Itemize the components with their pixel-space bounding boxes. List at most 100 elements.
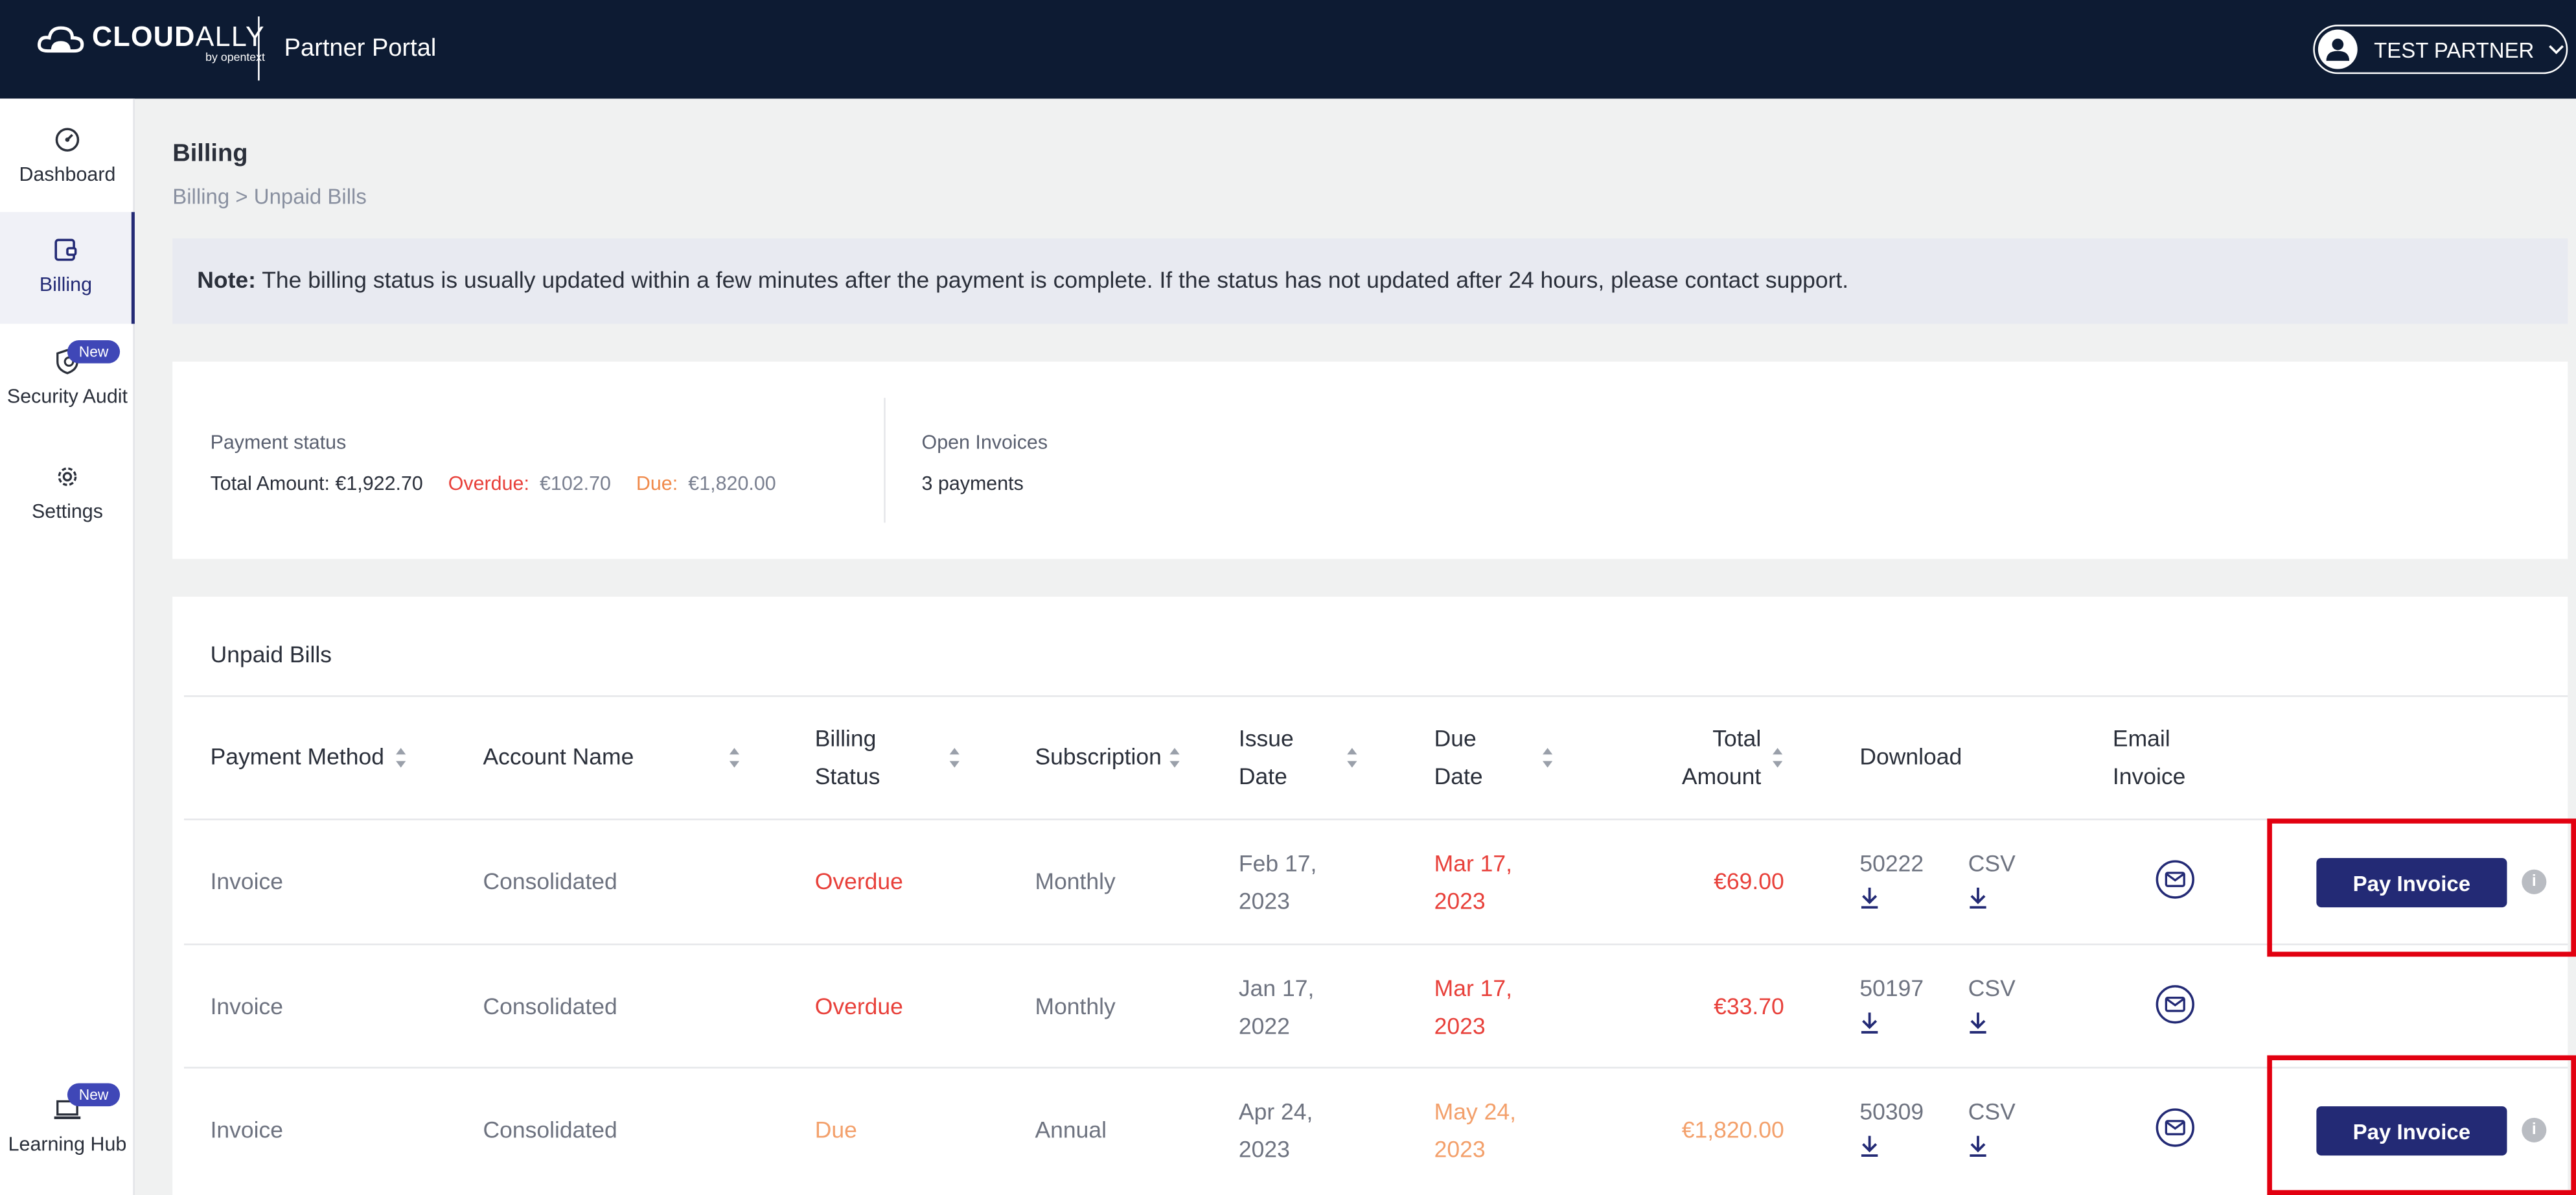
download-invoice-link[interactable]: 50309: [1859, 1093, 1924, 1169]
app-root: CLOUDALLY by opentext Partner Portal TES…: [0, 0, 2576, 1195]
sidebar-item-security-audit[interactable]: Security Audit New: [0, 324, 135, 435]
user-menu-button[interactable]: TEST PARTNER: [2313, 25, 2568, 75]
cell-payment-method: Invoice: [210, 993, 284, 1019]
cell-total-amount: €1,820.00: [1681, 1116, 1784, 1143]
logo-sub-text: by opentext: [205, 52, 265, 64]
cell-due-date: Mar 17, 2023: [1434, 970, 1512, 1046]
cell-total-amount: €33.70: [1714, 993, 1784, 1019]
cell-billing-status: Overdue: [814, 993, 903, 1019]
breadcrumb[interactable]: Billing > Unpaid Bills: [172, 184, 367, 209]
logo-main-text: CLOUD: [91, 21, 196, 53]
column-header-label: Invoice: [2112, 762, 2186, 789]
email-invoice-icon[interactable]: [2156, 860, 2195, 899]
column-header-payment-method[interactable]: Payment Method: [211, 738, 408, 776]
payment-status-label: Payment status: [210, 430, 347, 454]
cell-billing-status: Due: [814, 1116, 857, 1143]
column-header-label: Email: [2112, 725, 2170, 752]
overdue-label: Overdue:: [448, 471, 529, 495]
download-icon: [1861, 887, 1878, 909]
due-date-line: Mar 17,: [1434, 850, 1513, 876]
note-label: Note:: [197, 266, 257, 293]
column-header-email-invoice: Email Invoice: [2113, 720, 2185, 796]
column-header-label: Status: [814, 762, 880, 789]
download-icon: [1861, 1135, 1878, 1157]
column-header-label: Amount: [1681, 762, 1762, 789]
email-invoice-icon[interactable]: [2156, 984, 2195, 1024]
card-divider: [884, 397, 886, 523]
download-invoice-link[interactable]: 50222: [1859, 845, 1924, 921]
gear-icon: [58, 467, 77, 486]
download-csv-link[interactable]: CSV: [1968, 845, 2016, 921]
cell-account-name: Consolidated: [483, 993, 617, 1019]
unpaid-bills-card: Unpaid Bills Payment Method Account Name…: [172, 596, 2568, 1195]
sidebar-item-learning-hub[interactable]: Learning Hub New: [0, 1072, 135, 1183]
sidebar-item-label: Learning Hub: [8, 1132, 127, 1156]
sidebar-item-settings[interactable]: Settings: [0, 437, 135, 549]
table-top-divider: [183, 695, 2568, 697]
sort-icon: [949, 748, 960, 768]
column-header-due-date[interactable]: Due Date: [1434, 720, 1554, 796]
cell-total-amount: €69.00: [1714, 868, 1784, 894]
due-date-line: Mar 17,: [1434, 975, 1513, 1001]
page-title: Billing: [172, 139, 248, 168]
invoice-number: 50309: [1859, 1098, 1924, 1124]
new-badge: New: [67, 1083, 121, 1107]
cell-issue-date: Apr 24, 2023: [1239, 1093, 1313, 1169]
payment-status-card: Payment status Total Amount: €1,922.70 O…: [172, 362, 2568, 559]
download-csv-link[interactable]: CSV: [1968, 1093, 2016, 1169]
column-header-billing-status[interactable]: Billing Status: [815, 720, 961, 796]
column-header-label: Total: [1712, 725, 1762, 752]
dashboard-icon: [55, 128, 80, 152]
billing-note: Note: The billing status is usually upda…: [172, 238, 2568, 324]
column-header-issue-date[interactable]: Issue Date: [1239, 720, 1359, 796]
logo-main-thin-text: ALLY: [195, 21, 265, 53]
cell-payment-method: Invoice: [210, 868, 284, 894]
unpaid-bills-title: Unpaid Bills: [210, 641, 332, 667]
sidebar-item-label: Dashboard: [19, 163, 116, 186]
download-icon: [1970, 1012, 1986, 1034]
user-name: TEST PARTNER: [2374, 37, 2535, 62]
logo[interactable]: CLOUDALLY by opentext: [36, 23, 265, 64]
cell-issue-date: Jan 17, 2022: [1239, 970, 1314, 1046]
sort-icon: [1773, 748, 1783, 768]
column-header-label: Issue: [1238, 725, 1294, 752]
sort-icon: [1543, 748, 1553, 768]
sidebar: Dashboard Billing Security Audit New Set…: [0, 99, 135, 1195]
column-header-label: Account Name: [483, 743, 634, 770]
top-bar: CLOUDALLY by opentext Partner Portal TES…: [0, 0, 2576, 99]
sidebar-item-label: Settings: [31, 500, 103, 523]
sort-icon: [1347, 748, 1357, 768]
column-header-label: Due: [1434, 725, 1477, 752]
column-header-download: Download: [1859, 743, 1962, 770]
total-amount-value: €1,922.70: [335, 471, 423, 495]
sidebar-item-dashboard[interactable]: Dashboard: [0, 111, 135, 223]
download-csv-link[interactable]: CSV: [1968, 970, 2016, 1046]
open-invoices-label: Open Invoices: [921, 430, 1048, 454]
highlight-box: [2267, 1055, 2576, 1195]
due-date-line: 2023: [1434, 887, 1486, 914]
download-invoice-link[interactable]: 50197: [1859, 970, 1924, 1046]
cell-subscription: Monthly: [1035, 868, 1116, 894]
column-header-label: Subscription: [1035, 743, 1162, 770]
highlight-box: [2267, 818, 2576, 957]
invoice-number: 50222: [1859, 850, 1924, 876]
due-label: Due:: [636, 471, 678, 495]
column-header-subscription[interactable]: Subscription: [1035, 738, 1181, 776]
sidebar-item-label: Billing: [39, 273, 92, 296]
cell-due-date: Mar 17, 2023: [1434, 845, 1512, 921]
issue-date-line: 2023: [1238, 1135, 1290, 1163]
column-header-label: Payment Method: [210, 743, 384, 770]
cell-account-name: Consolidated: [483, 1116, 617, 1143]
download-icon: [1970, 1135, 1986, 1157]
invoice-number: 50197: [1859, 975, 1924, 1001]
sidebar-item-billing[interactable]: Billing: [0, 212, 135, 324]
email-invoice-icon[interactable]: [2156, 1108, 2195, 1148]
column-header-account-name[interactable]: Account Name: [483, 738, 741, 776]
column-header-total-amount[interactable]: Total Amount: [1651, 720, 1784, 796]
issue-date-line: Feb 17,: [1238, 850, 1317, 876]
total-amount-label: Total Amount:: [210, 471, 330, 495]
csv-label: CSV: [1968, 975, 2016, 1001]
portal-title: Partner Portal: [284, 34, 437, 63]
sidebar-item-label: Security Audit: [6, 384, 128, 408]
issue-date-line: Jan 17,: [1238, 975, 1315, 1001]
